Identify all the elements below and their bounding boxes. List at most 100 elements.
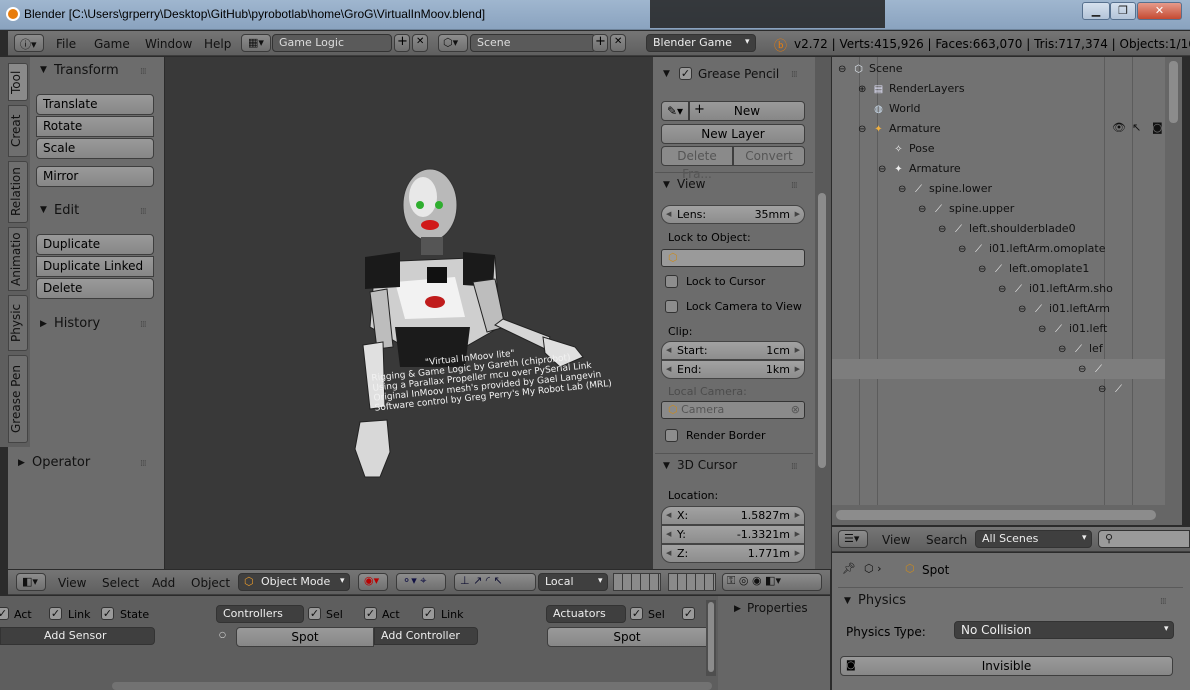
mode-dropdown[interactable]: Object Mode	[238, 573, 350, 591]
delete-frame-button[interactable]: Delete Fra...	[661, 146, 733, 181]
shading-button[interactable]: ◉▾	[358, 573, 388, 591]
scene-type-button[interactable]: ⬡▾	[438, 34, 468, 52]
add-sensor-dropdown[interactable]: Add Sensor	[0, 627, 155, 645]
grip-icon[interactable]: ⁞⁞⁞	[791, 181, 798, 191]
grease-pencil-checkbox[interactable]	[679, 67, 692, 80]
remove-scene-button[interactable]: ✕	[610, 34, 626, 52]
screen-layout-button[interactable]: ▦▾	[241, 34, 271, 52]
collapse-icon[interactable]: ▼	[663, 69, 670, 79]
lock-camera-checkbox[interactable]	[665, 300, 678, 313]
cursor-y-field[interactable]: ◀ Y: -1.3321m ▶	[661, 525, 805, 544]
cursor-x-field[interactable]: ◀ X: 1.5827m ▶	[661, 506, 805, 525]
scrollbar-thumb[interactable]	[818, 193, 826, 468]
collapse-icon[interactable]: ⊖	[998, 280, 1012, 300]
properties-panel-title[interactable]: Properties	[747, 601, 808, 615]
lock-cursor-checkbox[interactable]	[665, 275, 678, 288]
outliner-row[interactable]: ⊕ ▤ RenderLayers	[858, 79, 965, 99]
grip-icon[interactable]: ⁞⁞⁞	[140, 459, 147, 469]
render-engine-dropdown[interactable]: Blender Game	[646, 34, 756, 52]
outliner-row[interactable]: ⊖ ⟋ i01.leftArm	[1018, 299, 1110, 319]
outliner-row[interactable]: ⊖ ⟋	[1078, 359, 1109, 379]
cursor-icon[interactable]: ↖	[1132, 121, 1141, 134]
outliner-row[interactable]: ⊖ ⟋	[1098, 379, 1129, 399]
collapse-icon[interactable]: ⊖	[918, 200, 932, 220]
scene-name-field[interactable]: Scene	[470, 34, 596, 52]
lens-field[interactable]: ◀ Lens: 35mm ▶	[661, 205, 805, 224]
outliner-row[interactable]: ✧ Pose	[878, 139, 934, 159]
scrollbar-thumb[interactable]	[1169, 61, 1178, 123]
close-button[interactable]: ✕	[1137, 2, 1182, 20]
hscrollbar-thumb[interactable]	[836, 510, 1156, 520]
snap-buttons[interactable]: ⚿ ◎ ◉ ◧▾	[722, 573, 822, 591]
grip-icon[interactable]: ⁞⁞⁞	[140, 67, 147, 77]
collapse-icon[interactable]: ▼	[844, 596, 851, 606]
layer-buttons[interactable]	[613, 573, 661, 591]
collapse-icon[interactable]: ▼	[663, 180, 670, 190]
physics-panel-title[interactable]: Physics	[858, 593, 906, 608]
pin-icon[interactable]: 📌︎	[842, 562, 856, 575]
new-layer-button[interactable]: New Layer	[661, 124, 805, 144]
tab-grease-pencil[interactable]: Grease Pen	[8, 355, 28, 443]
convert-button[interactable]: Convert	[733, 146, 805, 166]
state-checkbox[interactable]	[101, 607, 114, 620]
view3d-editor-type[interactable]: ◧▾	[16, 573, 46, 591]
outliner-row[interactable]: ⊖ ⟋ i01.left	[1038, 319, 1107, 339]
camera-icon[interactable]: ◙	[1152, 121, 1163, 134]
outliner-row[interactable]: ⊖ ✦ Armature	[858, 119, 941, 139]
maximize-button[interactable]: ❐	[1110, 2, 1136, 20]
outliner-search-input[interactable]: ⚲	[1098, 530, 1190, 548]
collapse-icon[interactable]: ⊖	[1098, 380, 1112, 400]
cursor-z-field[interactable]: ◀ Z: 1.771m ▶	[661, 544, 805, 563]
outliner-editor-type[interactable]: ☰▾	[838, 530, 868, 548]
clip-end-field[interactable]: ◀ End: 1km ▶	[661, 360, 805, 379]
pivot-button[interactable]: ⚬▾ ⌖	[396, 573, 446, 591]
new-grease-button[interactable]: + New	[689, 101, 805, 121]
expand-icon[interactable]: ▶	[18, 458, 25, 468]
actuator-spot-button[interactable]: Spot	[547, 627, 707, 647]
expand-icon[interactable]: ▶	[734, 604, 741, 614]
outliner-row[interactable]: ⊖ ⟋ left.omoplate1	[978, 259, 1089, 279]
3d-viewport[interactable]: "Virtual InMoov lite" Rigging & Game Log…	[165, 57, 653, 569]
scrollbar-thumb[interactable]	[708, 602, 714, 672]
history-panel-title[interactable]: History	[54, 316, 100, 331]
menu-search[interactable]: Search	[926, 533, 967, 547]
collapse-icon[interactable]: ⊖	[838, 60, 852, 80]
tab-animation[interactable]: Animatio	[8, 227, 28, 291]
actuators-dropdown[interactable]: Actuators	[546, 605, 626, 623]
tab-physics[interactable]: Physic	[8, 295, 28, 351]
actuator-checkbox[interactable]	[682, 607, 695, 620]
menu-file[interactable]: File	[56, 37, 76, 51]
delete-button[interactable]: Delete	[36, 278, 154, 299]
logic-hscrollbar[interactable]	[112, 682, 712, 690]
collapse-icon[interactable]: ▼	[663, 461, 670, 471]
collapse-icon[interactable]: ▼	[40, 205, 47, 215]
minimize-button[interactable]: ▁	[1082, 2, 1110, 20]
grease-pencil-title[interactable]: Grease Pencil	[698, 67, 779, 81]
eye-icon[interactable]: 👁︎	[1112, 121, 1126, 134]
menu-window[interactable]: Window	[145, 37, 192, 51]
scale-button[interactable]: Scale	[36, 138, 154, 159]
add-controller-dropdown[interactable]: Add Controller	[374, 627, 478, 645]
collapse-icon[interactable]: ⊖	[938, 220, 952, 240]
collapse-icon[interactable]: ⊖	[1018, 300, 1032, 320]
menu-add[interactable]: Add	[152, 576, 175, 590]
duplicate-button[interactable]: Duplicate	[36, 234, 154, 255]
collapse-icon[interactable]: ⊖	[1078, 360, 1092, 380]
local-camera-field[interactable]: ⬡ Camera ⊗	[661, 401, 805, 419]
sel-checkbox[interactable]	[308, 607, 321, 620]
view-panel-title[interactable]: View	[677, 177, 705, 191]
outliner-row[interactable]: ⊖ ⟋ spine.lower	[898, 179, 992, 199]
link-checkbox[interactable]	[422, 607, 435, 620]
collapse-icon[interactable]: ⊖	[1058, 340, 1072, 360]
grip-icon[interactable]: ⁞⁞⁞	[791, 70, 798, 80]
remove-screen-button[interactable]: ✕	[412, 34, 428, 52]
lock-object-field[interactable]: ⬡	[661, 249, 805, 267]
menu-view[interactable]: View	[58, 576, 86, 590]
display-mode-dropdown[interactable]: All Scenes	[975, 530, 1092, 548]
collapse-icon[interactable]: ⊖	[878, 160, 892, 180]
grip-icon[interactable]: ⁞⁞⁞	[140, 320, 147, 330]
controllers-dropdown[interactable]: Controllers	[216, 605, 304, 623]
operator-panel-title[interactable]: Operator	[32, 455, 90, 470]
menu-view[interactable]: View	[882, 533, 910, 547]
add-scene-button[interactable]: +	[592, 34, 608, 52]
